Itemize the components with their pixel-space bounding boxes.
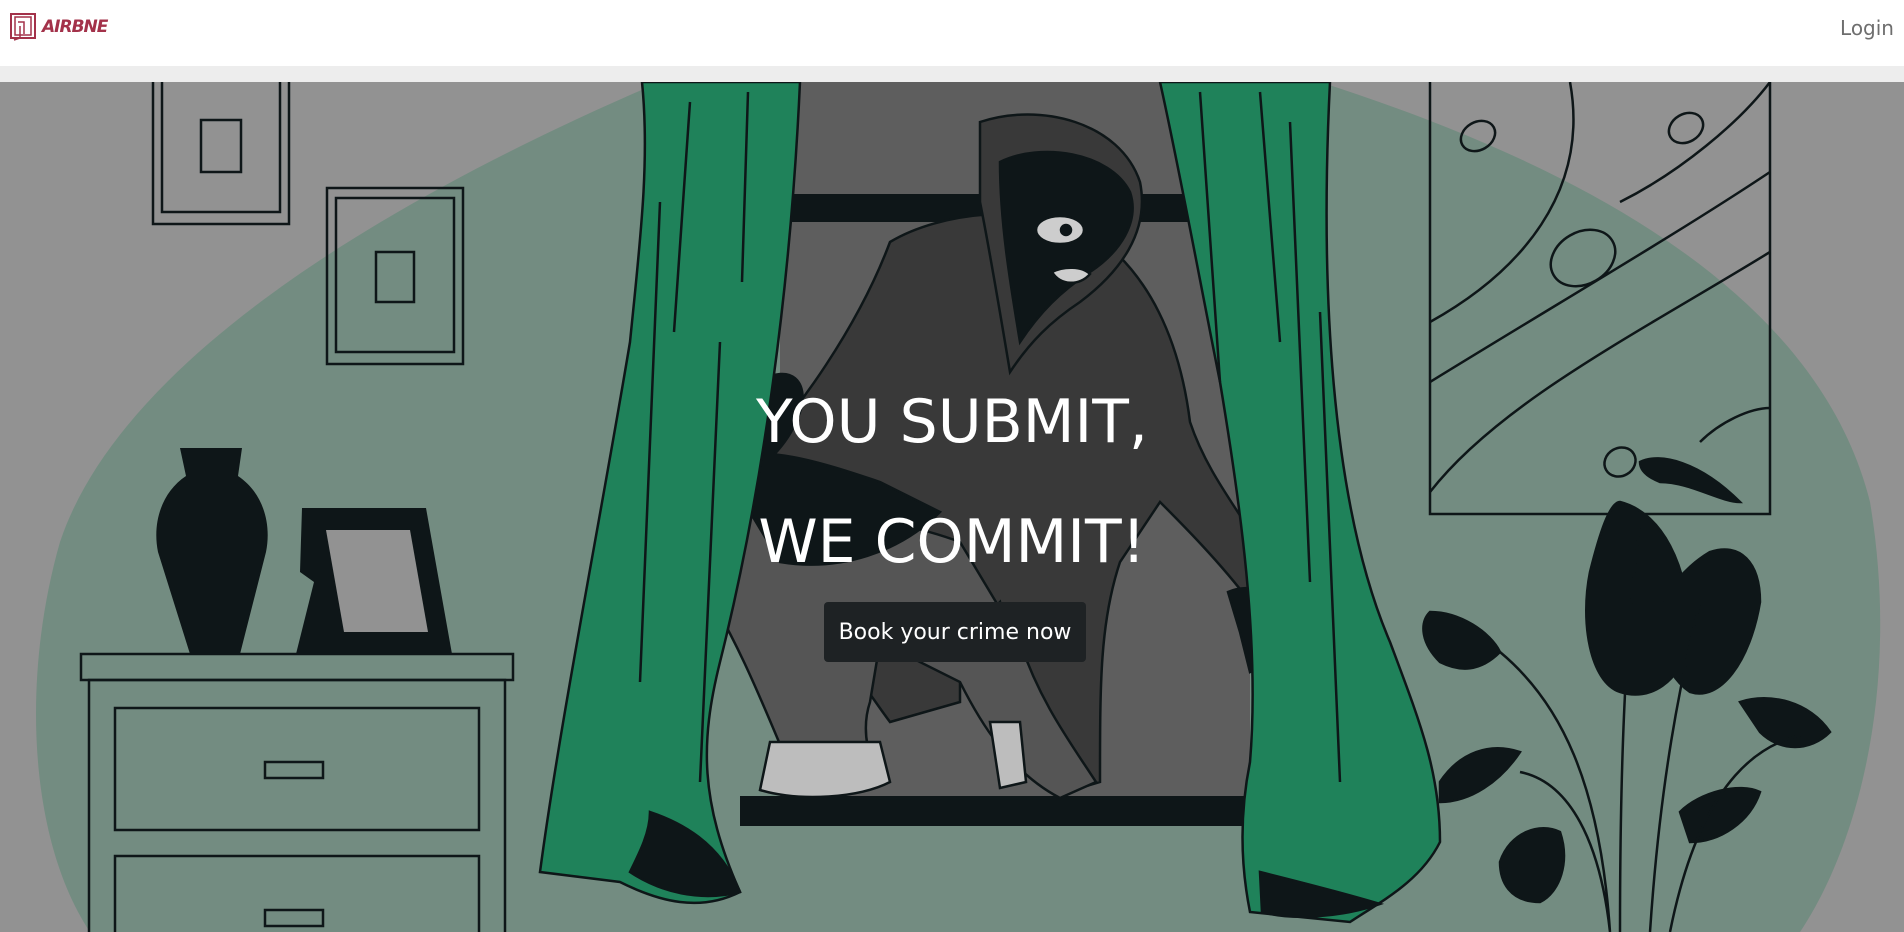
navbar-separator: [0, 66, 1904, 82]
headline-line-1: YOU SUBMIT,: [756, 387, 1148, 457]
login-link[interactable]: Login: [1840, 16, 1894, 40]
hero-overlay: YOU SUBMIT, WE COMMIT! Book your crime n…: [0, 82, 1904, 932]
logo-icon: [10, 13, 36, 41]
hero-section: YOU SUBMIT, WE COMMIT! Book your crime n…: [0, 82, 1904, 932]
logo-link[interactable]: AIRBNE: [8, 12, 108, 42]
book-crime-button[interactable]: Book your crime now: [824, 602, 1086, 662]
navbar: AIRBNE Login: [0, 0, 1904, 66]
logo-text: AIRBNE: [42, 17, 108, 37]
headline-line-2: WE COMMIT!: [758, 507, 1146, 577]
